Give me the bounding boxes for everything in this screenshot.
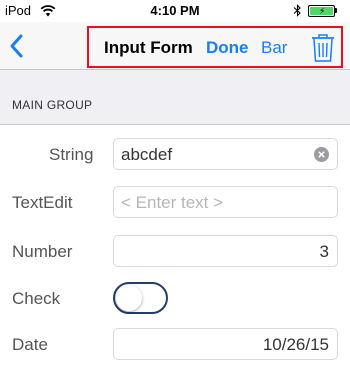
- battery-icon: ⚡: [308, 5, 335, 17]
- battery-tip: [335, 8, 337, 13]
- check-label: Check: [12, 289, 61, 308]
- string-value: abcdef: [121, 145, 173, 164]
- bar-button[interactable]: Bar: [261, 38, 287, 58]
- back-chevron-icon[interactable]: [6, 32, 28, 60]
- date-label: Date: [12, 335, 48, 354]
- textedit-field[interactable]: < Enter text >: [113, 186, 338, 218]
- string-field[interactable]: abcdef: [113, 138, 338, 170]
- toggle-knob: [116, 285, 142, 311]
- charging-bolt-icon: ⚡: [319, 6, 326, 16]
- check-toggle[interactable]: [113, 282, 168, 314]
- battery-level: ⚡: [310, 6, 333, 16]
- toolbar-highlight-box: Input Form Done Bar: [87, 26, 343, 68]
- textedit-label: TextEdit: [12, 193, 73, 212]
- bluetooth-icon: [293, 4, 301, 17]
- navigation-bar: Input Form Done Bar: [0, 22, 350, 70]
- date-value: 10/26/15: [262, 335, 329, 354]
- number-value: 3: [319, 242, 329, 261]
- date-field[interactable]: 10/26/15: [113, 328, 338, 360]
- section-header-bar: MAIN GROUP: [0, 70, 350, 125]
- number-label: Number: [12, 242, 73, 261]
- clear-text-icon[interactable]: [314, 147, 329, 162]
- number-field[interactable]: 3: [113, 235, 338, 267]
- trash-icon[interactable]: [310, 33, 336, 63]
- string-label: String: [49, 145, 94, 164]
- section-header: MAIN GROUP: [12, 98, 93, 112]
- textedit-placeholder: < Enter text >: [121, 193, 224, 212]
- status-bar: iPod 4:10 PM ⚡: [0, 0, 350, 22]
- nav-title: Input Form: [104, 38, 193, 57]
- done-button[interactable]: Done: [206, 38, 249, 58]
